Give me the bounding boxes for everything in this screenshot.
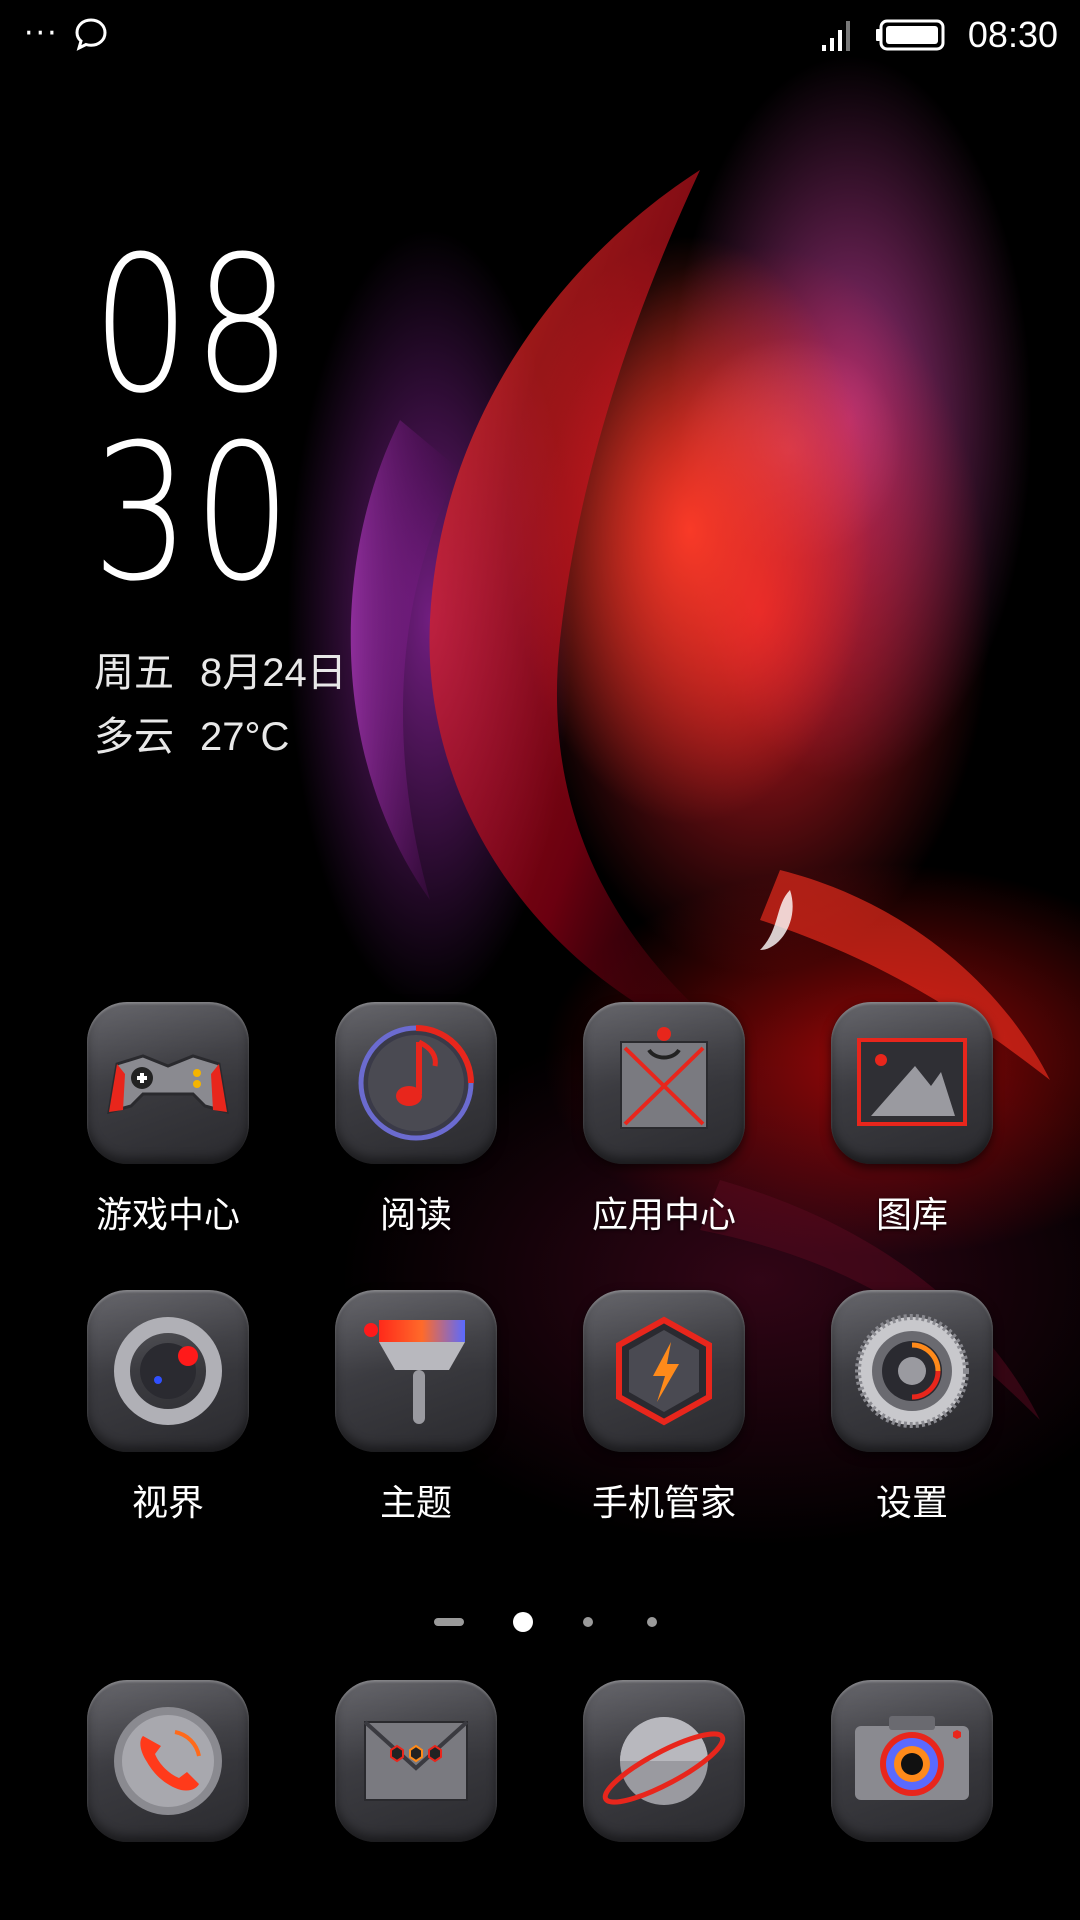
page-indicator-home[interactable]: [434, 1618, 464, 1626]
app-reading[interactable]: 阅读: [296, 1002, 536, 1238]
dock-browser[interactable]: [544, 1680, 784, 1842]
temperature: 27°C: [200, 715, 290, 759]
status-time: 08:30: [967, 14, 1058, 55]
phone-icon: [87, 1680, 249, 1842]
more-dots-icon: ···: [24, 16, 59, 51]
app-label: 主题: [379, 1483, 452, 1524]
message-icon: [335, 1680, 497, 1842]
page-indicator[interactable]: [0, 1612, 1080, 1632]
gamepad-icon: [87, 1002, 249, 1164]
date-line: 周五 8月24日: [94, 640, 347, 698]
page-indicator-dot-current[interactable]: [513, 1612, 533, 1632]
app-phone-manager[interactable]: 手机管家: [544, 1290, 784, 1526]
chat-bubble-icon: [75, 18, 107, 51]
app-store[interactable]: 应用中心: [544, 1002, 784, 1238]
clock-minute: 30: [92, 404, 295, 623]
battery-icon: [875, 19, 945, 51]
date: 8月24日: [200, 651, 347, 695]
app-label: 图库: [875, 1195, 948, 1236]
gallery-mountain-icon: [831, 1002, 993, 1164]
page-indicator-dot[interactable]: [583, 1617, 593, 1627]
paint-brush-icon: [335, 1290, 497, 1452]
status-bar: ··· 08:30: [0, 0, 1080, 72]
browser-planet-icon: [583, 1680, 745, 1842]
gear-icon: [831, 1290, 993, 1452]
app-label: 手机管家: [591, 1483, 736, 1524]
weather-condition: 多云: [94, 715, 174, 759]
app-gallery[interactable]: 图库: [792, 1002, 1032, 1238]
camera-lens-ring-icon: [87, 1290, 249, 1452]
weather-line: 多云 27°C: [94, 704, 289, 762]
app-label: 设置: [875, 1483, 948, 1524]
app-label: 游戏中心: [95, 1195, 240, 1236]
shield-bolt-icon: [583, 1290, 745, 1452]
camera-icon: [831, 1680, 993, 1842]
music-note-icon: [335, 1002, 497, 1164]
dock-camera[interactable]: [792, 1680, 1032, 1842]
page-indicator-dot[interactable]: [647, 1617, 657, 1627]
signal-icon: [821, 21, 850, 51]
envelope-store-icon: [583, 1002, 745, 1164]
app-label: 阅读: [379, 1195, 452, 1236]
app-vision[interactable]: 视界: [48, 1290, 288, 1526]
app-theme[interactable]: 主题: [296, 1290, 536, 1526]
clock-hour: 08: [92, 216, 295, 435]
dock-phone[interactable]: [48, 1680, 288, 1842]
clock-widget[interactable]: 08 30: [92, 232, 339, 608]
app-label: 视界: [131, 1483, 204, 1524]
weekday: 周五: [94, 651, 174, 695]
app-label: 应用中心: [591, 1195, 736, 1236]
dock-messages[interactable]: [296, 1680, 536, 1842]
app-settings[interactable]: 设置: [792, 1290, 1032, 1526]
app-game-center[interactable]: 游戏中心: [48, 1002, 288, 1238]
